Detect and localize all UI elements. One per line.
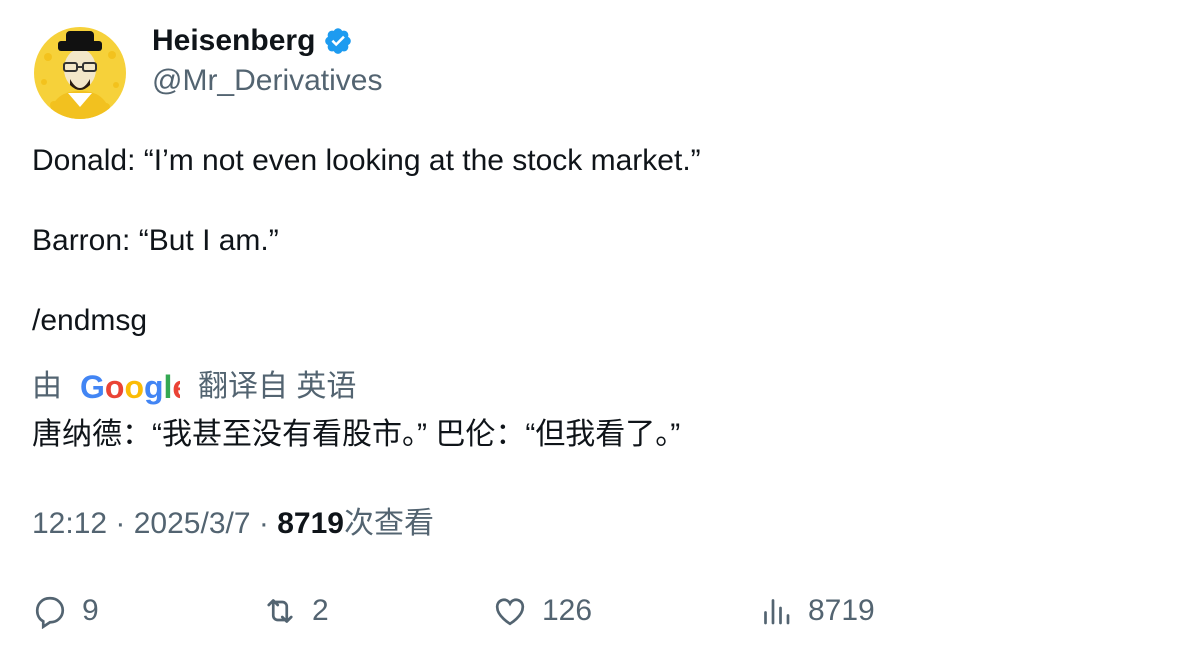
views-button[interactable]: 8719 (758, 592, 875, 630)
translation-suffix: 翻译自 英语 (198, 370, 357, 403)
user-handle[interactable]: @Mr_Derivatives (152, 62, 383, 100)
translation-prefix: 由 (32, 370, 62, 403)
tweet-text-line-2: Barron: “But I am.” (32, 224, 279, 257)
like-count: 126 (542, 594, 593, 627)
avatar[interactable] (34, 27, 126, 119)
reply-button[interactable]: 9 (32, 592, 99, 630)
verified-badge-icon[interactable] (323, 26, 353, 56)
tweet-text-line-1: Donald: “I’m not even looking at the sto… (32, 144, 701, 177)
translation-attribution[interactable]: 由 Google 翻译自 英语 (32, 368, 356, 406)
tweet-date[interactable]: 2025/3/7 (134, 507, 251, 540)
tweet-meta: 12:12 · 2025/3/7 · 8719次查看 (32, 505, 434, 543)
heisenberg-avatar-icon (34, 27, 126, 119)
retweet-button[interactable]: 2 (262, 592, 329, 630)
reply-count: 9 (82, 594, 99, 627)
heart-icon (495, 598, 525, 626)
retweet-count: 2 (312, 594, 329, 627)
meta-separator: · (258, 507, 278, 540)
google-logo-icon: Google (80, 369, 180, 405)
translated-text: 唐纳德：“我甚至没有看股市。” 巴伦：“但我看了。” (32, 418, 681, 451)
views-label: 次查看 (343, 507, 434, 540)
views-count: 8719 (277, 507, 344, 540)
analytics-bar-icon (764, 599, 790, 625)
meta-separator: · (115, 507, 134, 540)
svg-text:Google: Google (80, 369, 180, 405)
retweet-icon (267, 599, 293, 623)
views-action-count: 8719 (808, 594, 875, 627)
display-name[interactable]: Heisenberg (152, 22, 315, 60)
reply-icon (35, 596, 65, 629)
like-button[interactable]: 126 (492, 592, 592, 630)
tweet-text-line-3: /endmsg (32, 304, 148, 337)
tweet-time[interactable]: 12:12 (32, 507, 107, 540)
